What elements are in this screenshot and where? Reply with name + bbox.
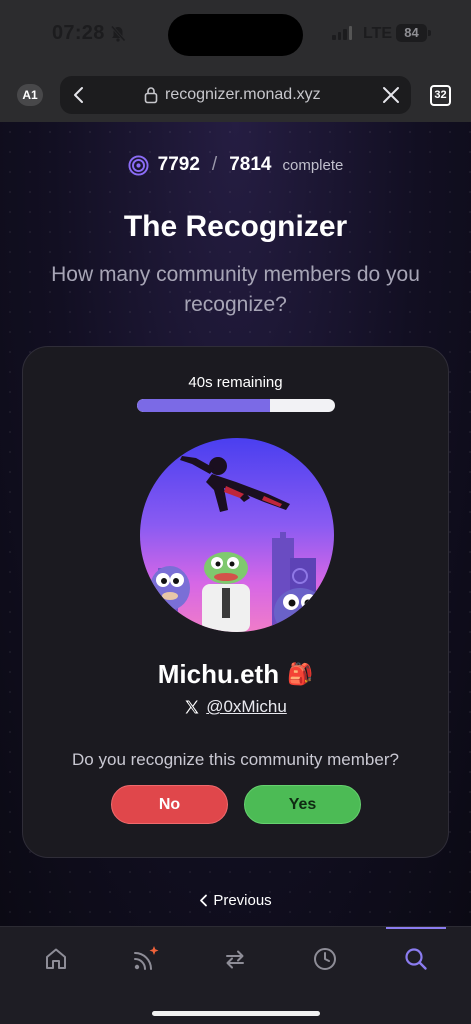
search-icon <box>405 948 427 970</box>
nav-swap[interactable] <box>214 943 256 975</box>
battery-icon: 84 <box>396 24 427 42</box>
nav-search[interactable] <box>395 943 437 975</box>
bell-slash-icon <box>110 25 126 42</box>
member-handle-link[interactable]: @0xMichu <box>23 697 448 717</box>
nav-history[interactable] <box>304 943 346 975</box>
page-title: The Recognizer <box>123 210 348 243</box>
no-button[interactable]: No <box>111 785 228 824</box>
profile-badge[interactable]: A1 <box>17 84 43 106</box>
progress-counter: 7792 / 7814 complete <box>0 154 471 176</box>
recognition-card: 40s remaining Michu.eth 🎒 @0xMichu Do yo… <box>22 346 449 858</box>
member-name-row: Michu.eth 🎒 <box>23 659 448 690</box>
signal-icon <box>332 24 352 40</box>
dynamic-island <box>168 14 303 56</box>
battery-tip <box>428 30 431 36</box>
yes-button[interactable]: Yes <box>244 785 361 824</box>
page-subtitle: How many community members do you recogn… <box>51 263 420 316</box>
active-tab-indicator <box>386 927 446 929</box>
page-content: 7792 / 7814 complete The Recognizer How … <box>0 122 471 926</box>
chevron-left-icon <box>200 894 208 907</box>
nav-feed[interactable] <box>124 943 166 975</box>
completed-count: 7792 <box>157 154 200 175</box>
address-bar[interactable]: recognizer.monad.xyz <box>60 76 411 114</box>
member-name: Michu.eth <box>157 659 280 689</box>
url-text[interactable]: recognizer.monad.xyz <box>165 86 321 104</box>
close-icon[interactable] <box>382 86 400 104</box>
member-handle[interactable]: @0xMichu <box>206 697 287 717</box>
timer-bar <box>137 399 335 412</box>
nav-home[interactable] <box>35 943 77 975</box>
browser-toolbar: A1 recognizer.monad.xyz 32 <box>0 68 471 122</box>
complete-label: complete <box>282 156 344 174</box>
backpack-icon: 🎒 <box>287 662 314 686</box>
target-icon <box>128 154 149 176</box>
feed-icon <box>134 946 159 970</box>
x-logo-icon <box>185 700 199 714</box>
network-type: LTE <box>363 25 393 42</box>
previous-button[interactable]: Previous <box>0 892 471 909</box>
member-avatar <box>140 438 334 632</box>
previous-label[interactable]: Previous <box>213 892 271 909</box>
lock-icon <box>144 87 158 104</box>
home-icon <box>46 948 66 969</box>
status-time: 07:28 <box>52 22 105 44</box>
timer-text: 40s remaining <box>188 374 283 391</box>
home-indicator <box>152 1011 320 1016</box>
bottom-nav <box>0 926 471 1024</box>
total-count: 7814 <box>229 154 272 175</box>
status-bar: 07:28 LTE 84 <box>0 0 471 68</box>
count-separator: / <box>211 154 218 175</box>
tabs-button[interactable]: 32 <box>430 85 451 106</box>
swap-icon <box>226 950 244 969</box>
back-icon[interactable] <box>72 86 86 104</box>
recognize-question: Do you recognize this community member? <box>72 750 399 769</box>
timer-fill <box>137 399 270 412</box>
history-icon <box>314 948 336 970</box>
notification-sparkle-icon <box>149 946 159 955</box>
